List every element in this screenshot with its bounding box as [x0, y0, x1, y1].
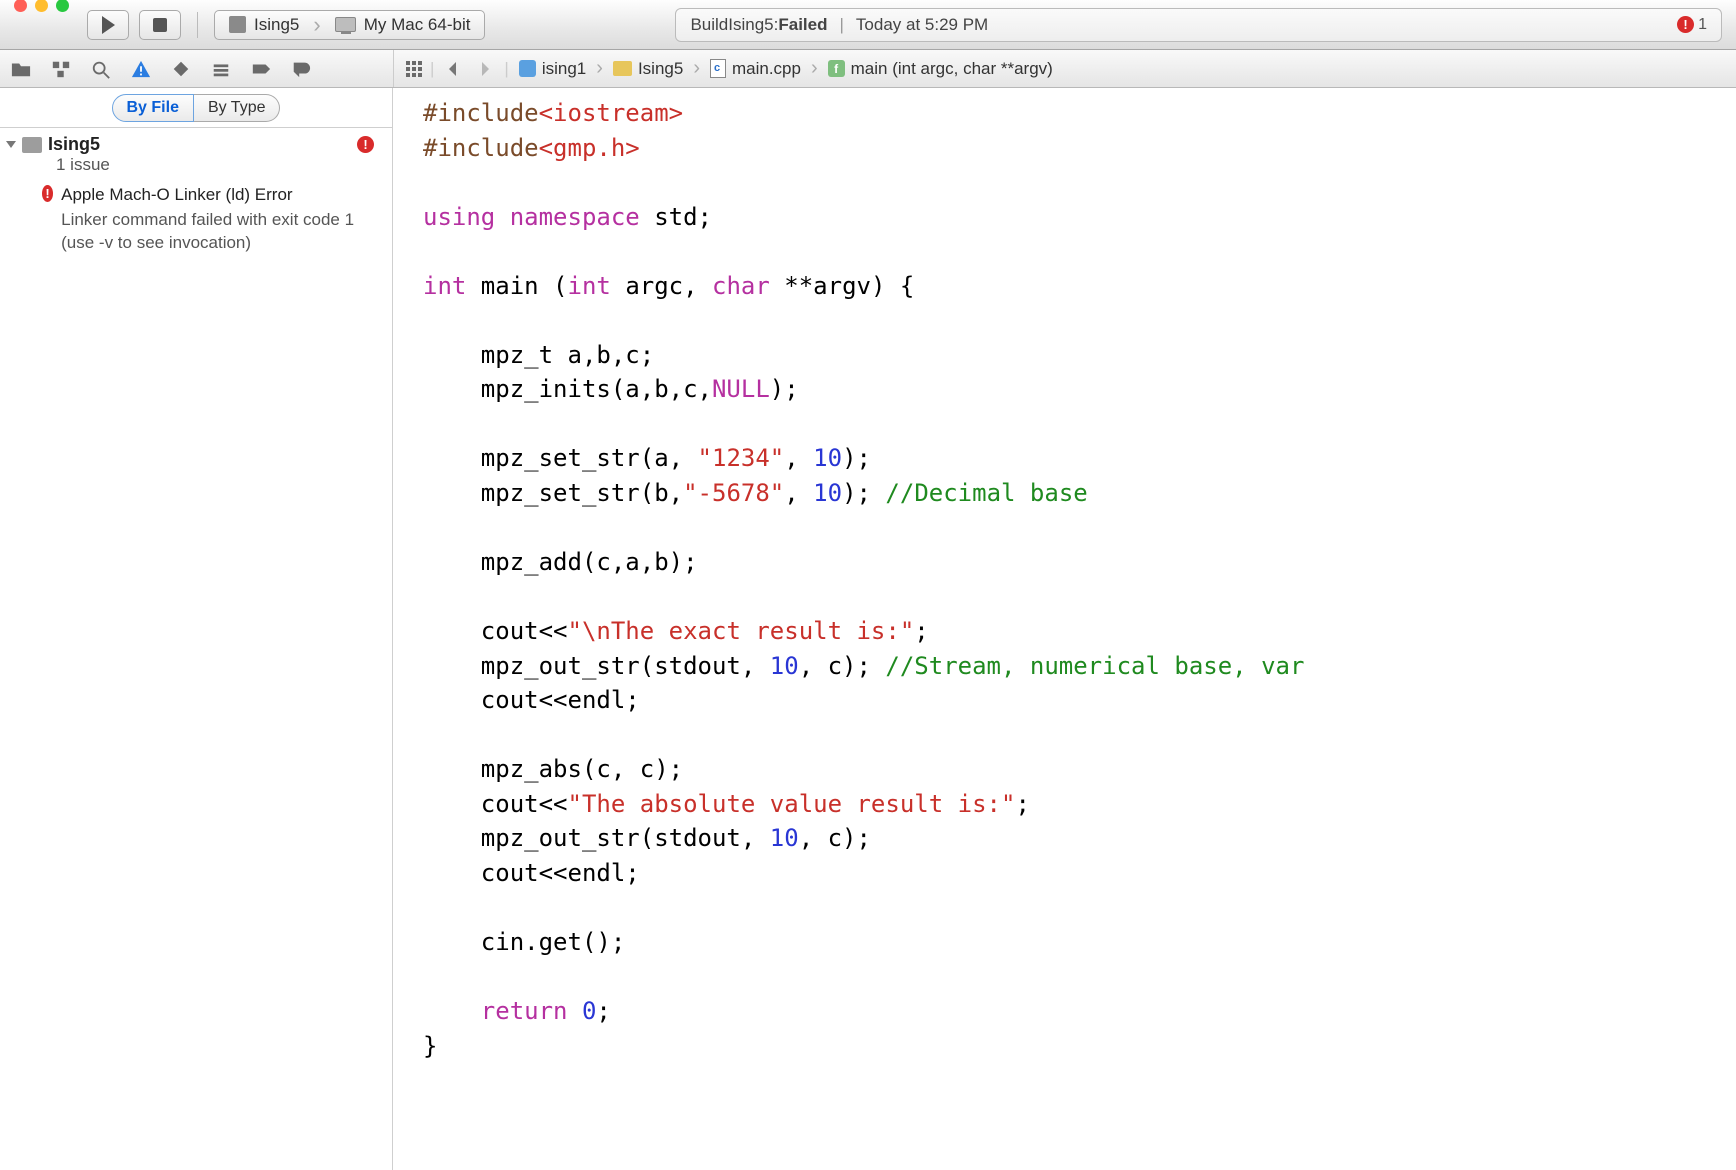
code-editor[interactable]: #include<iostream>#include<gmp.h> using … [393, 88, 1736, 1170]
breakpoint-navigator-icon[interactable] [250, 59, 272, 79]
back-button[interactable] [440, 60, 466, 78]
issue-item[interactable]: ! Apple Mach-O Linker (ld) Error Linker … [0, 175, 392, 255]
status-result: Failed [778, 15, 827, 35]
error-icon: ! [1677, 16, 1694, 33]
related-items-icon[interactable] [404, 59, 424, 79]
scheme-device[interactable]: My Mac 64-bit [321, 11, 485, 39]
status-prefix: Build [690, 15, 728, 35]
issue-navigator-icon[interactable] [130, 59, 152, 79]
status-project: Ising5 [728, 15, 773, 35]
activity-status[interactable]: Build Ising5 : Failed | Today at 5:29 PM… [675, 8, 1722, 42]
status-separator: | [840, 15, 844, 35]
breadcrumb-function[interactable]: f main (int argc, char **argv) [824, 59, 1057, 79]
forward-button[interactable] [472, 60, 498, 78]
debug-navigator-icon[interactable] [210, 59, 232, 79]
scheme-device-label: My Mac 64-bit [364, 15, 471, 35]
play-icon [102, 16, 115, 34]
chevron-right-icon: › [811, 57, 818, 80]
filter-by-file[interactable]: By File [112, 94, 194, 122]
breadcrumb-folder[interactable]: Ising5 [609, 59, 687, 79]
mac-icon [335, 17, 356, 32]
log-navigator-icon[interactable] [290, 59, 312, 79]
stop-icon [153, 18, 167, 32]
test-navigator-icon[interactable] [170, 59, 192, 79]
jump-bar: | | ising1 › Ising5 › main.cpp › f main … [393, 50, 1736, 87]
run-button[interactable] [87, 10, 129, 40]
close-icon[interactable] [14, 0, 27, 12]
window-traffic-lights [14, 0, 69, 12]
target-icon [229, 16, 246, 33]
function-icon: f [828, 60, 845, 77]
project-row[interactable]: Ising5 ! [0, 128, 392, 157]
issue-navigator: By File By Type Ising5 ! 1 issue ! Apple… [0, 88, 393, 1170]
status-timestamp: Today at 5:29 PM [856, 15, 988, 35]
main-split: By File By Type Ising5 ! 1 issue ! Apple… [0, 88, 1736, 1170]
cpp-file-icon [710, 59, 726, 78]
filter-segmented: By File By Type [112, 94, 281, 122]
breadcrumb-label: ising1 [542, 59, 586, 79]
chevron-right-icon: › [596, 57, 603, 80]
minimize-icon[interactable] [35, 0, 48, 12]
separator [197, 12, 198, 38]
status-error-badge[interactable]: ! 1 [1677, 16, 1707, 34]
chevron-right-icon: › [693, 57, 700, 80]
issue-count: 1 issue [0, 155, 392, 175]
error-icon: ! [357, 136, 374, 153]
status-error-count: 1 [1698, 16, 1707, 34]
scheme-target-label: Ising5 [254, 15, 299, 35]
filter-row: By File By Type [0, 88, 393, 128]
error-icon: ! [42, 185, 53, 202]
zoom-icon[interactable] [56, 0, 69, 12]
navigator-icons [0, 50, 393, 87]
breadcrumb-project[interactable]: ising1 [515, 59, 590, 79]
toolbar: Ising5 › My Mac 64-bit Build Ising5 : Fa… [0, 0, 1736, 50]
issue-title: Apple Mach-O Linker (ld) Error [61, 185, 380, 205]
folder-icon [613, 61, 632, 76]
breadcrumb-label: main (int argc, char **argv) [851, 59, 1053, 79]
search-icon[interactable] [90, 59, 112, 79]
chevron-right-icon: › [313, 12, 320, 38]
issue-detail: Linker command failed with exit code 1 (… [61, 209, 380, 255]
project-icon [519, 60, 536, 77]
stop-button[interactable] [139, 10, 181, 40]
breadcrumb-label: main.cpp [732, 59, 801, 79]
scheme-target[interactable]: Ising5 [215, 11, 313, 39]
navigator-bar: | | ising1 › Ising5 › main.cpp › f main … [0, 50, 1736, 88]
breadcrumb-file[interactable]: main.cpp [706, 59, 805, 79]
folder-navigator-icon[interactable] [10, 59, 32, 79]
project-name: Ising5 [48, 134, 100, 155]
disclosure-triangle-icon[interactable] [6, 141, 16, 148]
project-icon [22, 137, 42, 153]
symbol-navigator-icon[interactable] [50, 59, 72, 79]
scheme-selector[interactable]: Ising5 › My Mac 64-bit [214, 10, 485, 40]
breadcrumb-label: Ising5 [638, 59, 683, 79]
filter-by-type[interactable]: By Type [194, 94, 281, 122]
